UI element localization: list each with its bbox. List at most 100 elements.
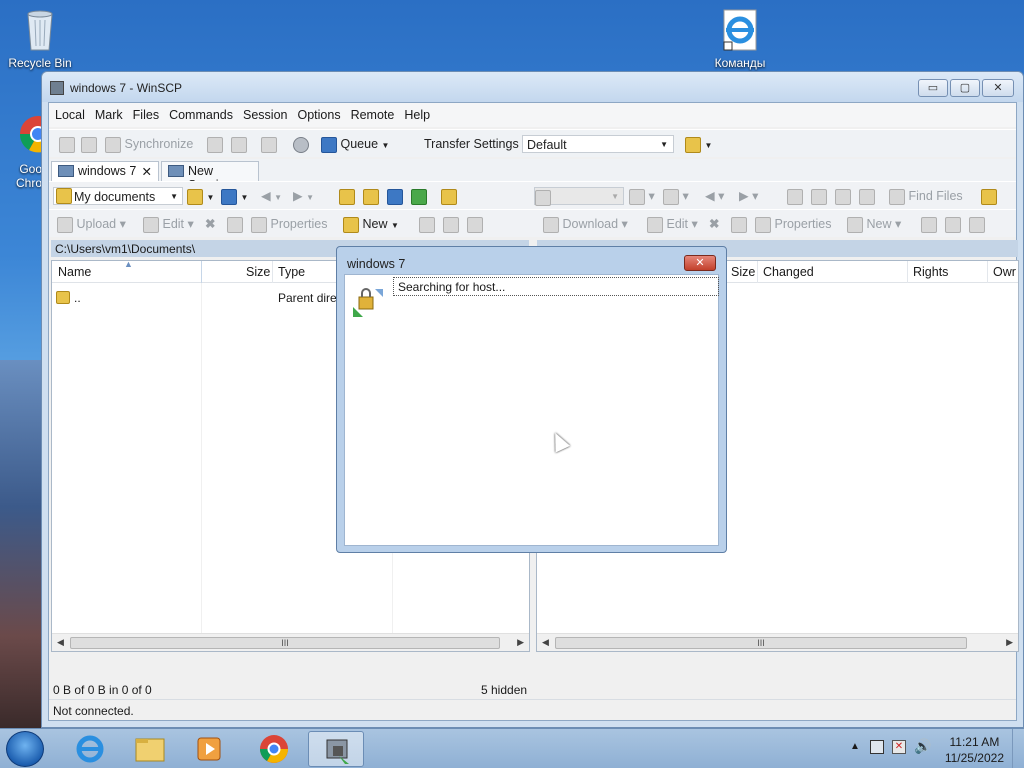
delete-button[interactable]: ✖ bbox=[205, 215, 215, 233]
local-hscrollbar[interactable]: ◀ III ▶ bbox=[52, 633, 529, 651]
back-button[interactable]: ◀ ▼ bbox=[261, 187, 282, 205]
taskbar-internet-explorer[interactable] bbox=[62, 731, 118, 767]
rename-button[interactable] bbox=[227, 215, 243, 233]
show-desktop-button[interactable] bbox=[1012, 729, 1024, 768]
tab-new-session[interactable]: New Session bbox=[161, 161, 259, 192]
remote-parent-button[interactable] bbox=[787, 187, 803, 205]
hidden-files-status[interactable]: 5 hidden bbox=[481, 683, 527, 697]
remote-edit-button[interactable]: Edit ▾ bbox=[647, 215, 698, 233]
new-button[interactable]: New ▼ bbox=[343, 215, 399, 233]
taskbar-chrome[interactable] bbox=[246, 731, 302, 767]
clock[interactable]: 11:21 AM 11/25/2022 bbox=[945, 734, 1004, 766]
remote-delete-button[interactable]: ✖ bbox=[709, 215, 719, 233]
transfer-settings-value: Default bbox=[527, 138, 567, 152]
edit-button[interactable]: Edit ▾ bbox=[143, 215, 194, 233]
unselect-button[interactable] bbox=[443, 215, 459, 233]
putty-button[interactable] bbox=[231, 135, 247, 153]
tree-button[interactable] bbox=[441, 187, 457, 205]
remote-refresh-button[interactable] bbox=[859, 187, 875, 205]
remote-tree-button[interactable] bbox=[981, 187, 997, 205]
scroll-left-icon[interactable]: ◀ bbox=[57, 637, 64, 648]
console-button[interactable] bbox=[207, 135, 223, 153]
remote-back-button[interactable]: ◀ ▾ bbox=[705, 187, 724, 205]
transfer-settings-select[interactable]: Default ▼ bbox=[522, 135, 674, 153]
remote-filter-select-button[interactable] bbox=[969, 215, 985, 233]
menu-mark[interactable]: Mark bbox=[91, 103, 127, 122]
remote-rename-button[interactable] bbox=[731, 215, 747, 233]
find-files-label: Find Files bbox=[908, 189, 963, 203]
close-window-button[interactable]: ✕ bbox=[982, 79, 1014, 97]
root-dir-button[interactable] bbox=[363, 187, 379, 205]
network-icon[interactable]: ✕ bbox=[892, 740, 906, 754]
sync-browse-button[interactable] bbox=[81, 135, 97, 153]
show-hidden-icons-icon[interactable]: ▲ bbox=[850, 741, 860, 752]
menu-options[interactable]: Options bbox=[293, 103, 344, 122]
column-size[interactable]: Size bbox=[731, 265, 755, 279]
scroll-right-icon[interactable]: ▶ bbox=[517, 637, 524, 648]
desktop-icon-chrome[interactable]: Goo Chro bbox=[0, 114, 57, 190]
select-button[interactable] bbox=[419, 215, 435, 233]
filter-icon bbox=[969, 216, 985, 233]
tab-windows-7[interactable]: windows 7 ✕ bbox=[51, 161, 159, 181]
taskbar-media-player[interactable] bbox=[182, 731, 238, 767]
scroll-thumb[interactable]: III bbox=[70, 637, 500, 649]
menu-session[interactable]: Session bbox=[239, 103, 291, 122]
column-type[interactable]: Type bbox=[278, 265, 305, 279]
column-size[interactable]: Size bbox=[246, 265, 270, 279]
column-rights[interactable]: Rights bbox=[913, 265, 948, 279]
synchronize-button[interactable]: Synchronize bbox=[105, 135, 193, 153]
menu-files[interactable]: Files bbox=[129, 103, 163, 122]
tab-close-icon[interactable]: ✕ bbox=[142, 164, 152, 179]
desktop-icon-commands[interactable]: Команды bbox=[700, 8, 780, 70]
action-center-icon[interactable] bbox=[870, 740, 884, 754]
remote-open-folder-button[interactable]: ▾ bbox=[629, 187, 655, 205]
download-label: Download bbox=[562, 217, 619, 231]
menu-remote[interactable]: Remote bbox=[347, 103, 399, 122]
desktop-icon-recycle-bin[interactable]: Recycle Bin bbox=[0, 8, 80, 70]
maximize-button[interactable]: ▢ bbox=[950, 79, 980, 97]
remote-hscrollbar[interactable]: ◀ III ▶ bbox=[537, 633, 1018, 651]
remote-filter-button[interactable]: ▾ bbox=[663, 187, 689, 205]
column-changed[interactable]: Changed bbox=[763, 265, 814, 279]
filter-button[interactable]: ▼ bbox=[221, 187, 248, 205]
column-owner[interactable]: Owr bbox=[993, 265, 1016, 279]
remote-unselect-button[interactable] bbox=[945, 215, 961, 233]
properties-button[interactable]: Properties bbox=[251, 215, 327, 233]
scroll-thumb[interactable]: III bbox=[555, 637, 967, 649]
dialog-close-button[interactable]: ✕ bbox=[684, 255, 716, 271]
compare-directories-button[interactable] bbox=[59, 135, 75, 153]
forward-button[interactable]: ▶ ▼ bbox=[293, 187, 314, 205]
remote-root-button[interactable] bbox=[811, 187, 827, 205]
remote-select-button[interactable] bbox=[921, 215, 937, 233]
parent-dir-button[interactable] bbox=[339, 187, 355, 205]
menu-commands[interactable]: Commands bbox=[165, 103, 237, 122]
transfer-preset-button[interactable]: ▼ bbox=[685, 135, 712, 153]
minimize-button[interactable]: ▭ bbox=[918, 79, 948, 97]
scroll-left-icon[interactable]: ◀ bbox=[542, 637, 549, 648]
taskbar-winscp[interactable] bbox=[308, 731, 364, 767]
queue-button[interactable]: Queue ▼ bbox=[321, 135, 389, 153]
taskbar-file-explorer[interactable] bbox=[122, 731, 178, 767]
upload-button[interactable]: Upload ▾ bbox=[57, 215, 126, 233]
download-button[interactable]: Download ▾ bbox=[543, 215, 628, 233]
window-titlebar[interactable]: windows 7 - WinSCP ▭ ▢ ✕ bbox=[42, 72, 1023, 102]
home-button[interactable] bbox=[387, 187, 403, 205]
refresh-button[interactable] bbox=[411, 187, 427, 205]
scroll-right-icon[interactable]: ▶ bbox=[1006, 637, 1013, 648]
remote-new-button[interactable]: New ▾ bbox=[847, 215, 901, 233]
local-location-select[interactable]: My documents ▼ bbox=[53, 187, 183, 205]
remote-forward-button[interactable]: ▶ ▾ bbox=[739, 187, 758, 205]
start-button[interactable] bbox=[6, 731, 44, 767]
find-files-button[interactable]: Find Files bbox=[889, 187, 963, 205]
preferences-button[interactable] bbox=[261, 135, 277, 153]
remote-location-select[interactable]: ▼ bbox=[534, 187, 624, 206]
remote-home-button[interactable] bbox=[835, 187, 851, 205]
column-name[interactable]: Name bbox=[58, 265, 91, 279]
open-folder-button[interactable]: ▼ bbox=[187, 187, 214, 205]
menu-help[interactable]: Help bbox=[400, 103, 434, 122]
settings-button[interactable] bbox=[293, 135, 309, 153]
remote-properties-button[interactable]: Properties bbox=[755, 215, 831, 233]
volume-icon[interactable]: 🔊 bbox=[914, 738, 931, 755]
menu-local[interactable]: Local bbox=[51, 103, 89, 122]
filter-select-button[interactable] bbox=[467, 215, 483, 233]
